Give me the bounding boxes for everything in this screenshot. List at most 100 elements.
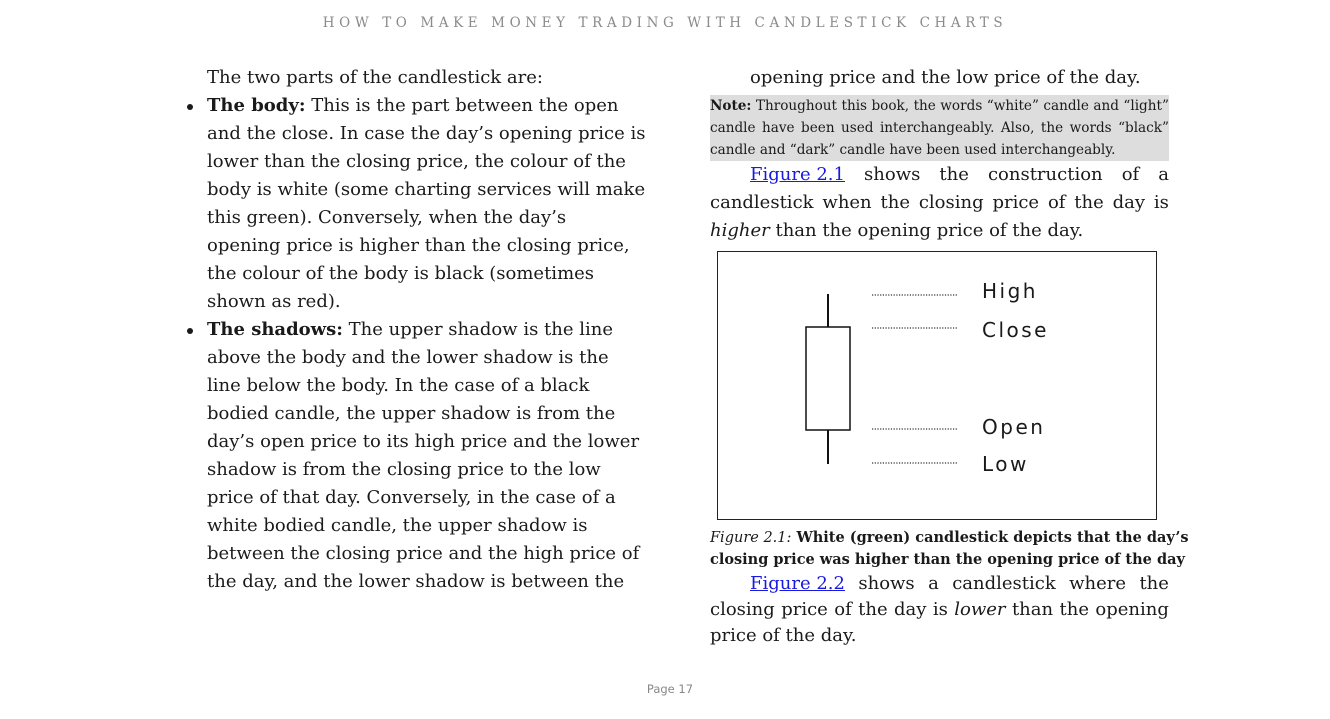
word: shows: [864, 164, 921, 185]
word: the: [1040, 120, 1064, 136]
paragraph-figure-2-2: Figure 2.2 shows a candlestick where the clo…: [710, 570, 1169, 650]
para-line: candlestick when the closing price of the day is: [710, 189, 1169, 217]
word: day: [1112, 192, 1146, 213]
figure-2-2-link[interactable]: Figure 2.2: [750, 570, 845, 596]
shadows-bullet: The shadows: The upper shadow is the lin…: [187, 316, 640, 596]
running-head: HOW TO MAKE MONEY TRADING WITH CANDLESTI…: [322, 15, 1008, 31]
label-open: Open: [982, 415, 1046, 439]
label-close: Close: [982, 318, 1049, 342]
body-text: this green). Conversely, when the day’s: [207, 207, 567, 228]
word: candlestick: [952, 573, 1056, 594]
word: the: [858, 599, 888, 620]
para-line: price of the day.: [710, 625, 857, 646]
body-text: This is the part between the open: [305, 95, 619, 116]
word: than: [1011, 599, 1054, 620]
body-text: opening price is higher than the closing…: [207, 235, 630, 256]
caption-text: White (green) candlestick depicts that t…: [791, 529, 1189, 546]
word: of: [834, 599, 852, 620]
word: the: [1139, 573, 1169, 594]
shadows-text: price of that day. Conversely, in the ca…: [207, 487, 616, 508]
para-text: than the opening price of the day.: [769, 220, 1084, 241]
note-line: Note: Throughout this book, the words “white”…: [710, 95, 1169, 117]
note-line: candle and “dark” candle have been used …: [710, 142, 1116, 158]
word: the: [939, 164, 969, 185]
para-line: higher than the opening price of the day…: [710, 217, 1169, 245]
figure-caption: Figure 2.1: White (green) candlestick de…: [710, 527, 1189, 571]
word: Throughout: [755, 98, 838, 114]
shadows-text: day’s open price to its high price and t…: [207, 431, 640, 452]
body-text: the colour of the body is black (sometim…: [207, 263, 595, 284]
word: candlestick: [710, 192, 814, 213]
word: have: [762, 120, 795, 136]
word: words: [1069, 120, 1112, 136]
word: shows: [858, 573, 915, 594]
note-line: candle have been used interchangeably. Also, t…: [710, 117, 1169, 139]
emphasis-higher: higher: [710, 220, 770, 241]
word: price: [992, 192, 1040, 213]
body-text: and the close. In case the day’s opening…: [207, 123, 646, 144]
shadows-text: shadow is from the closing price to the …: [207, 459, 601, 480]
word: used: [841, 120, 874, 136]
word: price: [781, 599, 828, 620]
para-line: Figure 2.2 shows a candlestick where the: [710, 570, 1169, 596]
paragraph-figure-2-1: Figure 2.1 shows the construction of a candl…: [710, 161, 1169, 245]
caption-text: closing price was higher than the openin…: [710, 551, 1185, 568]
candlestick-diagram: [805, 294, 958, 464]
word: this: [841, 98, 868, 114]
word: “black”: [1118, 120, 1169, 136]
bullet-dot: [187, 104, 193, 110]
note-box: Note: Throughout this book, the words “white”…: [710, 95, 1169, 161]
word: the: [1059, 599, 1089, 620]
word: a: [1158, 164, 1169, 185]
label-low: Low: [982, 452, 1029, 476]
word: “light”: [1123, 98, 1169, 114]
shadows-text: The upper shadow is the line: [342, 319, 613, 340]
word: the: [1074, 192, 1104, 213]
caption-prefix: Figure 2.1:: [710, 530, 792, 546]
shadows-term: The shadows:: [207, 319, 343, 340]
word: the: [913, 98, 936, 114]
page-number: Page 17: [646, 682, 694, 696]
word: closing: [918, 192, 984, 213]
left-column: The two parts of the candlestick are: Th…: [187, 64, 646, 596]
para-line: closing price of the day is lower than the openin…: [710, 596, 1169, 622]
shadows-text: the day, and the lower shadow is between…: [207, 571, 625, 592]
right-column: opening price and the low price of the d…: [710, 64, 1169, 92]
word: is: [1153, 192, 1169, 213]
shadows-text: bodied candle, the upper shadow is from …: [207, 403, 616, 424]
candlestick-figure: High Close Open Low: [717, 251, 1157, 520]
word: and: [1093, 98, 1119, 114]
note-label: Note:: [710, 98, 752, 114]
word: words: [940, 98, 983, 114]
word: construction: [987, 164, 1103, 185]
body-bullet: The body: This is the part between the o…: [187, 92, 646, 316]
para-line: Figure 2.1 shows the construction of a: [710, 161, 1169, 189]
body-text: shown as red).: [207, 291, 341, 312]
shadows-text: above the body and the lower shadow is t…: [207, 347, 609, 368]
shadows-text: white bodied candle, the upper shadow is: [207, 515, 588, 536]
word: interchangeably.: [879, 120, 995, 136]
word: candle: [710, 120, 756, 136]
emphasis-lower: lower: [954, 599, 1006, 620]
word: closing: [710, 599, 775, 620]
body-term: The body:: [207, 95, 306, 116]
word: “white”: [986, 98, 1039, 114]
word: of: [1047, 192, 1066, 213]
continuation-line: opening price and the low price of the d…: [750, 67, 1141, 88]
word: day: [894, 599, 927, 620]
bullet-dot: [187, 328, 193, 334]
figure-2-1-link[interactable]: Figure 2.1: [750, 161, 845, 189]
word: of: [1121, 164, 1140, 185]
word: been: [801, 120, 835, 136]
word: candle: [1043, 98, 1089, 114]
word: Also,: [1000, 120, 1035, 136]
label-high: High: [982, 279, 1038, 303]
shadows-text: line below the body. In the case of a bl…: [207, 375, 590, 396]
intro-line: The two parts of the candlestick are:: [207, 67, 543, 88]
word: book,: [871, 98, 910, 114]
word: a: [928, 573, 939, 594]
candle-body: [805, 326, 851, 431]
word: is: [932, 599, 948, 620]
word: when: [822, 192, 872, 213]
word: the: [880, 192, 910, 213]
